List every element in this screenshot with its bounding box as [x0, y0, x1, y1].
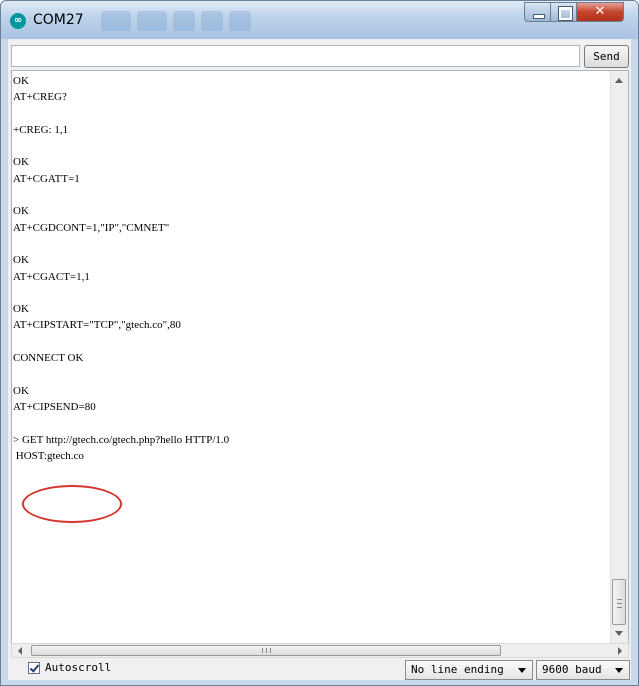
serial-output-line: HOST:gtech.co	[13, 449, 84, 462]
serial-output-text: OK AT+CREG? +CREG: 1,1 OK AT+CGATT=1 OK AT+CGD…	[12, 73, 610, 464]
serial-output-line: OK	[13, 75, 29, 87]
title-glass-decoration	[173, 11, 195, 31]
serial-output-line	[12, 236, 610, 252]
title-glass-decoration	[229, 11, 251, 31]
line-ending-value: No line ending	[411, 663, 504, 676]
chevron-down-icon	[615, 668, 623, 673]
serial-output-line	[12, 334, 610, 350]
baud-rate-value: 9600 baud	[542, 663, 602, 676]
line-ending-select[interactable]: No line ending	[405, 660, 533, 680]
serial-output-line: AT+CGACT=1,1	[13, 270, 90, 283]
serial-output-line: OK	[13, 254, 29, 267]
serial-output-line: +CREG: 1,1	[13, 123, 69, 136]
autoscroll-label: Autoscroll	[45, 661, 112, 674]
serial-output-line: AT+CGATT=1	[13, 172, 80, 185]
scroll-up-arrow-icon[interactable]	[615, 78, 623, 83]
serial-output-line	[12, 106, 610, 122]
maximize-icon	[558, 6, 573, 21]
title-bar[interactable]: ∞ COM27 ✕	[1, 1, 638, 39]
vertical-scrollbar[interactable]	[610, 71, 628, 643]
close-button[interactable]: ✕	[576, 2, 624, 22]
send-input[interactable]	[11, 45, 580, 67]
serial-monitor-window: ∞ COM27 ✕ Send OK AT+CREG? +CREG: 1,1 OK AT+…	[0, 0, 639, 686]
serial-output-line: CONNECT OK	[13, 352, 84, 365]
send-button[interactable]: Send	[584, 45, 629, 68]
autoscroll-toggle[interactable]: Autoscroll	[28, 661, 111, 674]
grip-icon	[617, 599, 622, 608]
serial-output-line: > GET http://gtech.co/gtech.php?hello HT…	[13, 433, 230, 446]
title-glass-decoration	[101, 11, 131, 31]
arduino-icon: ∞	[10, 13, 26, 29]
bottom-bar: Autoscroll No line ending 9600 baud	[8, 658, 631, 680]
baud-rate-select[interactable]: 9600 baud	[536, 660, 630, 680]
serial-output-area[interactable]: OK AT+CREG? +CREG: 1,1 OK AT+CGATT=1 OK AT+CGD…	[11, 70, 629, 644]
serial-output-line	[12, 415, 610, 431]
window-title: COM27	[33, 12, 84, 28]
horizontal-scrollbar[interactable]	[11, 643, 629, 658]
serial-output-line: AT+CGDCONT=1,"IP","CMNET"	[13, 221, 170, 234]
chevron-down-icon	[518, 668, 526, 673]
scroll-down-arrow-icon[interactable]	[615, 631, 623, 636]
serial-output-line	[12, 138, 610, 154]
serial-monitor-body: Send OK AT+CREG? +CREG: 1,1 OK AT+CGATT=1 OK A…	[8, 39, 631, 680]
serial-output-line: OK	[13, 205, 29, 218]
vertical-scroll-thumb[interactable]	[612, 579, 626, 625]
serial-output-line: AT+CREG?	[13, 91, 67, 104]
scroll-left-arrow-icon[interactable]	[18, 647, 22, 655]
close-icon: ✕	[594, 4, 606, 19]
minimize-icon	[533, 14, 545, 19]
horizontal-scroll-thumb[interactable]	[31, 645, 501, 656]
serial-output-line	[12, 366, 610, 382]
serial-output-line: AT+CIPSEND=80	[13, 400, 96, 413]
serial-output-line	[12, 285, 610, 301]
maximize-button[interactable]	[550, 2, 577, 22]
grip-icon	[262, 648, 271, 653]
serial-output-line: OK	[13, 384, 29, 397]
title-glass-decoration	[201, 11, 223, 31]
title-glass-decoration	[137, 11, 167, 31]
serial-output-line	[12, 187, 610, 203]
connect-ok-highlight-circle	[22, 485, 122, 523]
scroll-right-arrow-icon[interactable]	[618, 647, 622, 655]
minimize-button[interactable]	[524, 2, 551, 22]
autoscroll-checkbox[interactable]	[28, 661, 40, 674]
serial-output-line: OK	[13, 303, 29, 316]
serial-output-line: AT+CIPSTART="TCP","gtech.co",80	[13, 319, 181, 332]
serial-output-line: OK	[13, 156, 29, 169]
